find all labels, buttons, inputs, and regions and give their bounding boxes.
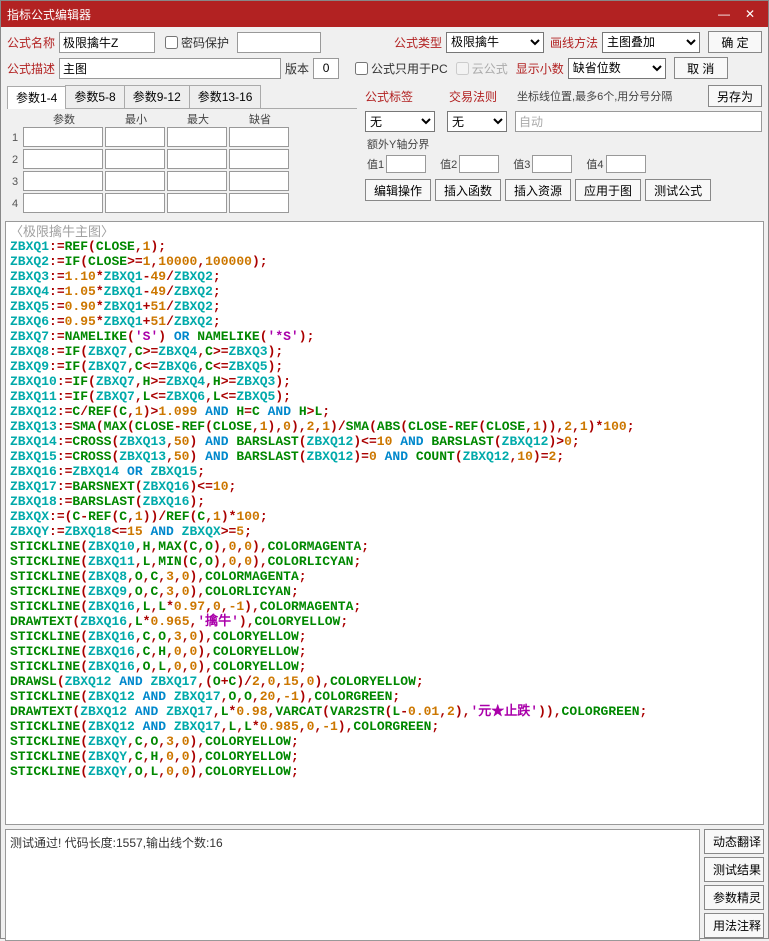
lbl-formula-name: 公式名称 bbox=[7, 34, 55, 51]
password-input[interactable] bbox=[237, 32, 321, 53]
param-name-1[interactable] bbox=[23, 127, 103, 147]
param-max-1[interactable] bbox=[167, 127, 227, 147]
password-checkbox[interactable] bbox=[165, 36, 178, 49]
col-max: 最大 bbox=[167, 111, 229, 127]
usage-note-button[interactable]: 用法注释 bbox=[704, 913, 764, 938]
y1-input[interactable] bbox=[386, 155, 426, 173]
param-min-1[interactable] bbox=[105, 127, 165, 147]
param-name-2[interactable] bbox=[23, 149, 103, 169]
param-max-2[interactable] bbox=[167, 149, 227, 169]
lbl-version: 版本 bbox=[285, 60, 309, 77]
close-button[interactable]: ✕ bbox=[738, 4, 762, 24]
formula-desc-input[interactable] bbox=[59, 58, 281, 79]
edit-op-button[interactable]: 编辑操作 bbox=[365, 179, 431, 201]
lbl-line-method: 画线方法 bbox=[550, 34, 598, 51]
insert-fn-button[interactable]: 插入函数 bbox=[435, 179, 501, 201]
param-name-3[interactable] bbox=[23, 171, 103, 191]
apply-chart-button[interactable]: 应用于图 bbox=[575, 179, 641, 201]
lbl-cloud: 云公式 bbox=[472, 60, 508, 77]
formula-tag-select[interactable]: 无 bbox=[365, 111, 435, 132]
lbl-formula-type: 公式类型 bbox=[394, 34, 442, 51]
param-wizard-button[interactable]: 参数精灵 bbox=[704, 885, 764, 910]
param-tab-4[interactable]: 参数13-16 bbox=[189, 85, 262, 108]
window-title: 指标公式编辑器 bbox=[7, 6, 710, 23]
form-area: 公式名称 密码保护 公式类型 极限擒牛 画线方法 主图叠加 确 定 公式描述 版… bbox=[1, 27, 768, 221]
param-min-4[interactable] bbox=[105, 193, 165, 213]
lbl-formula-tag: 公式标签 bbox=[365, 88, 413, 105]
test-formula-button[interactable]: 测试公式 bbox=[645, 179, 711, 201]
lbl-decimals: 显示小数 bbox=[516, 60, 564, 77]
lbl-v1: 值1 bbox=[367, 156, 384, 172]
titlebar: 指标公式编辑器 — ✕ bbox=[1, 1, 768, 27]
formula-type-select[interactable]: 极限擒牛 bbox=[446, 32, 544, 53]
trade-rule-select[interactable]: 无 bbox=[447, 111, 507, 132]
insert-res-button[interactable]: 插入资源 bbox=[505, 179, 571, 201]
code-editor[interactable]: 〈极限擒牛主图〉ZBXQ1:=REF(CLOSE,1);ZBXQ2:=IF(CL… bbox=[5, 221, 764, 825]
line-method-select[interactable]: 主图叠加 bbox=[602, 32, 700, 53]
y2-input[interactable] bbox=[459, 155, 499, 173]
param-tabs: 参数1-4 参数5-8 参数9-12 参数13-16 bbox=[7, 85, 357, 109]
lbl-trade-rule: 交易法则 bbox=[449, 88, 497, 105]
param-def-4[interactable] bbox=[229, 193, 289, 213]
lbl-password: 密码保护 bbox=[181, 34, 229, 51]
status-box: 测试通过! 代码长度:1557,输出线个数:16 bbox=[5, 829, 700, 941]
ok-button[interactable]: 确 定 bbox=[708, 31, 762, 53]
lbl-pc-only: 公式只用于PC bbox=[371, 60, 448, 77]
decimals-select[interactable]: 缺省位数 bbox=[568, 58, 666, 79]
lbl-extra-y: 额外Y轴分界 bbox=[367, 136, 762, 152]
rownum: 3 bbox=[7, 171, 23, 193]
translate-button[interactable]: 动态翻译 bbox=[704, 829, 764, 854]
param-max-4[interactable] bbox=[167, 193, 227, 213]
col-param: 参数 bbox=[23, 111, 105, 127]
formula-name-input[interactable] bbox=[59, 32, 155, 53]
y4-input[interactable] bbox=[606, 155, 646, 173]
lbl-v4: 值4 bbox=[586, 156, 603, 172]
param-min-3[interactable] bbox=[105, 171, 165, 191]
param-max-3[interactable] bbox=[167, 171, 227, 191]
lbl-coord-hint: 坐标线位置,最多6个,用分号分隔 bbox=[517, 88, 672, 104]
col-min: 最小 bbox=[105, 111, 167, 127]
lbl-v3: 值3 bbox=[513, 156, 530, 172]
params-grid: 1 2 3 4 参数 最小 最大 缺省 bbox=[7, 111, 357, 215]
save-as-button[interactable]: 另存为 bbox=[708, 85, 762, 107]
minimize-button[interactable]: — bbox=[712, 4, 736, 24]
cloud-checkbox bbox=[456, 62, 469, 75]
lbl-v2: 值2 bbox=[440, 156, 457, 172]
rownum: 2 bbox=[7, 149, 23, 171]
param-tab-3[interactable]: 参数9-12 bbox=[124, 85, 190, 108]
param-name-4[interactable] bbox=[23, 193, 103, 213]
lbl-formula-desc: 公式描述 bbox=[7, 60, 55, 77]
rownum: 1 bbox=[7, 127, 23, 149]
rownum: 4 bbox=[7, 193, 23, 215]
param-tab-1[interactable]: 参数1-4 bbox=[7, 86, 66, 109]
cancel-button[interactable]: 取 消 bbox=[674, 57, 728, 79]
param-def-2[interactable] bbox=[229, 149, 289, 169]
version-input[interactable] bbox=[313, 58, 339, 79]
y3-input[interactable] bbox=[532, 155, 572, 173]
param-min-2[interactable] bbox=[105, 149, 165, 169]
param-def-1[interactable] bbox=[229, 127, 289, 147]
param-tab-2[interactable]: 参数5-8 bbox=[65, 85, 124, 108]
coord-input[interactable] bbox=[515, 111, 762, 132]
col-default: 缺省 bbox=[229, 111, 291, 127]
pc-only-checkbox[interactable] bbox=[355, 62, 368, 75]
param-def-3[interactable] bbox=[229, 171, 289, 191]
test-result-button[interactable]: 测试结果 bbox=[704, 857, 764, 882]
